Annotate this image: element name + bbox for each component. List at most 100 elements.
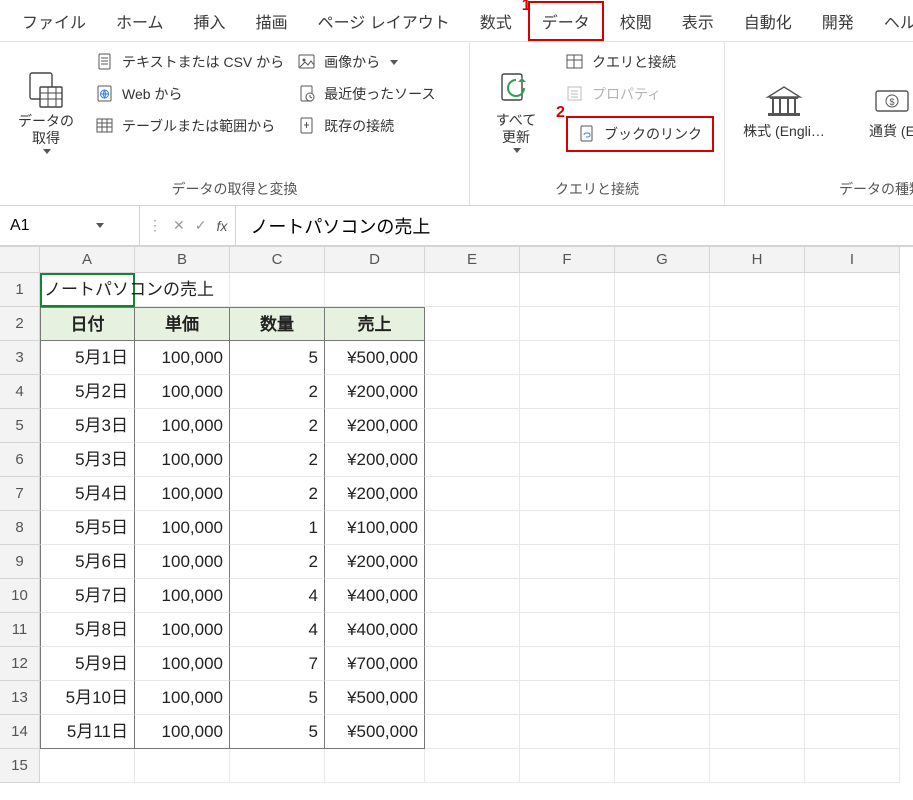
cell-I7[interactable]	[805, 477, 900, 511]
cell-G10[interactable]	[615, 579, 710, 613]
cell-H6[interactable]	[710, 443, 805, 477]
cell-C8[interactable]: 1	[230, 511, 325, 545]
cell-H5[interactable]	[710, 409, 805, 443]
cell-H12[interactable]	[710, 647, 805, 681]
cell-A15[interactable]	[40, 749, 135, 783]
cell-E5[interactable]	[425, 409, 520, 443]
stocks-button[interactable]: 株式 (Engli…	[735, 50, 833, 173]
cell-D10[interactable]: ¥400,000	[325, 579, 425, 613]
cell-E3[interactable]	[425, 341, 520, 375]
cell-I3[interactable]	[805, 341, 900, 375]
col-header-B[interactable]: B	[135, 247, 230, 273]
cell-C1[interactable]	[230, 273, 325, 307]
tab-表示[interactable]: 表示	[668, 1, 728, 41]
cell-B13[interactable]: 100,000	[135, 681, 230, 715]
cell-F5[interactable]	[520, 409, 615, 443]
cell-D4[interactable]: ¥200,000	[325, 375, 425, 409]
cell-E1[interactable]	[425, 273, 520, 307]
queries-connections-button[interactable]: クエリと接続	[566, 50, 714, 74]
tab-データ[interactable]: データ1	[528, 1, 604, 41]
cell-E7[interactable]	[425, 477, 520, 511]
cell-I14[interactable]	[805, 715, 900, 749]
cell-G4[interactable]	[615, 375, 710, 409]
cell-D8[interactable]: ¥100,000	[325, 511, 425, 545]
col-header-H[interactable]: H	[710, 247, 805, 273]
cell-C12[interactable]: 7	[230, 647, 325, 681]
cell-B3[interactable]: 100,000	[135, 341, 230, 375]
row-header-2[interactable]: 2	[0, 307, 40, 341]
cell-D14[interactable]: ¥500,000	[325, 715, 425, 749]
cell-D5[interactable]: ¥200,000	[325, 409, 425, 443]
cell-I6[interactable]	[805, 443, 900, 477]
header-cell-数量[interactable]: 数量	[230, 307, 325, 341]
row-header-15[interactable]: 15	[0, 749, 40, 783]
cell-H11[interactable]	[710, 613, 805, 647]
cell-G15[interactable]	[615, 749, 710, 783]
cell-H7[interactable]	[710, 477, 805, 511]
row-header-14[interactable]: 14	[0, 715, 40, 749]
cell-G1[interactable]	[615, 273, 710, 307]
cell-I1[interactable]	[805, 273, 900, 307]
cell-F13[interactable]	[520, 681, 615, 715]
cell-C11[interactable]: 4	[230, 613, 325, 647]
cell-I11[interactable]	[805, 613, 900, 647]
cell-A1[interactable]: ノートパソコンの売上	[40, 273, 135, 307]
cell-F10[interactable]	[520, 579, 615, 613]
cell-C5[interactable]: 2	[230, 409, 325, 443]
header-cell-日付[interactable]: 日付	[40, 307, 135, 341]
cell-I9[interactable]	[805, 545, 900, 579]
from-web-button[interactable]: Web から	[96, 82, 284, 106]
cell-H13[interactable]	[710, 681, 805, 715]
cell-B6[interactable]: 100,000	[135, 443, 230, 477]
cell-A12[interactable]: 5月9日	[40, 647, 135, 681]
cell-F4[interactable]	[520, 375, 615, 409]
cell-H2[interactable]	[710, 307, 805, 341]
tab-数式[interactable]: 数式	[466, 1, 526, 41]
row-header-11[interactable]: 11	[0, 613, 40, 647]
cell-H14[interactable]	[710, 715, 805, 749]
cell-F8[interactable]	[520, 511, 615, 545]
select-all-corner[interactable]	[0, 247, 40, 273]
cell-F11[interactable]	[520, 613, 615, 647]
tab-校閲[interactable]: 校閲	[606, 1, 666, 41]
tab-ページ レイアウト[interactable]: ページ レイアウト	[304, 1, 464, 41]
cell-C13[interactable]: 5	[230, 681, 325, 715]
cell-G9[interactable]	[615, 545, 710, 579]
tab-自動化[interactable]: 自動化	[730, 1, 806, 41]
cell-C15[interactable]	[230, 749, 325, 783]
cell-A8[interactable]: 5月5日	[40, 511, 135, 545]
cell-E9[interactable]	[425, 545, 520, 579]
cell-C7[interactable]: 2	[230, 477, 325, 511]
cell-F1[interactable]	[520, 273, 615, 307]
cell-G11[interactable]	[615, 613, 710, 647]
row-header-1[interactable]: 1	[0, 273, 40, 307]
cell-F7[interactable]	[520, 477, 615, 511]
cell-G6[interactable]	[615, 443, 710, 477]
cell-B15[interactable]	[135, 749, 230, 783]
cell-G13[interactable]	[615, 681, 710, 715]
confirm-icon[interactable]: ✓	[195, 217, 207, 234]
cell-E2[interactable]	[425, 307, 520, 341]
tab-開発[interactable]: 開発	[808, 1, 868, 41]
cell-G3[interactable]	[615, 341, 710, 375]
cell-I2[interactable]	[805, 307, 900, 341]
spreadsheet-grid[interactable]: ABCDEFGHI1ノートパソコンの売上2日付単価数量売上35月1日100,00…	[0, 246, 913, 783]
from-text-csv-button[interactable]: テキストまたは CSV から	[96, 50, 284, 74]
cell-A11[interactable]: 5月8日	[40, 613, 135, 647]
currency-button[interactable]: $ 通貨 (E	[857, 50, 913, 173]
cell-B7[interactable]: 100,000	[135, 477, 230, 511]
cell-A9[interactable]: 5月6日	[40, 545, 135, 579]
cell-I4[interactable]	[805, 375, 900, 409]
cell-C4[interactable]: 2	[230, 375, 325, 409]
row-header-4[interactable]: 4	[0, 375, 40, 409]
cell-I8[interactable]	[805, 511, 900, 545]
chevron-down-icon[interactable]	[96, 223, 104, 228]
row-header-7[interactable]: 7	[0, 477, 40, 511]
name-box[interactable]	[0, 206, 140, 245]
cell-B10[interactable]: 100,000	[135, 579, 230, 613]
header-cell-単価[interactable]: 単価	[135, 307, 230, 341]
cell-D13[interactable]: ¥500,000	[325, 681, 425, 715]
from-image-button[interactable]: 画像から	[298, 50, 435, 74]
cell-D15[interactable]	[325, 749, 425, 783]
cell-E15[interactable]	[425, 749, 520, 783]
